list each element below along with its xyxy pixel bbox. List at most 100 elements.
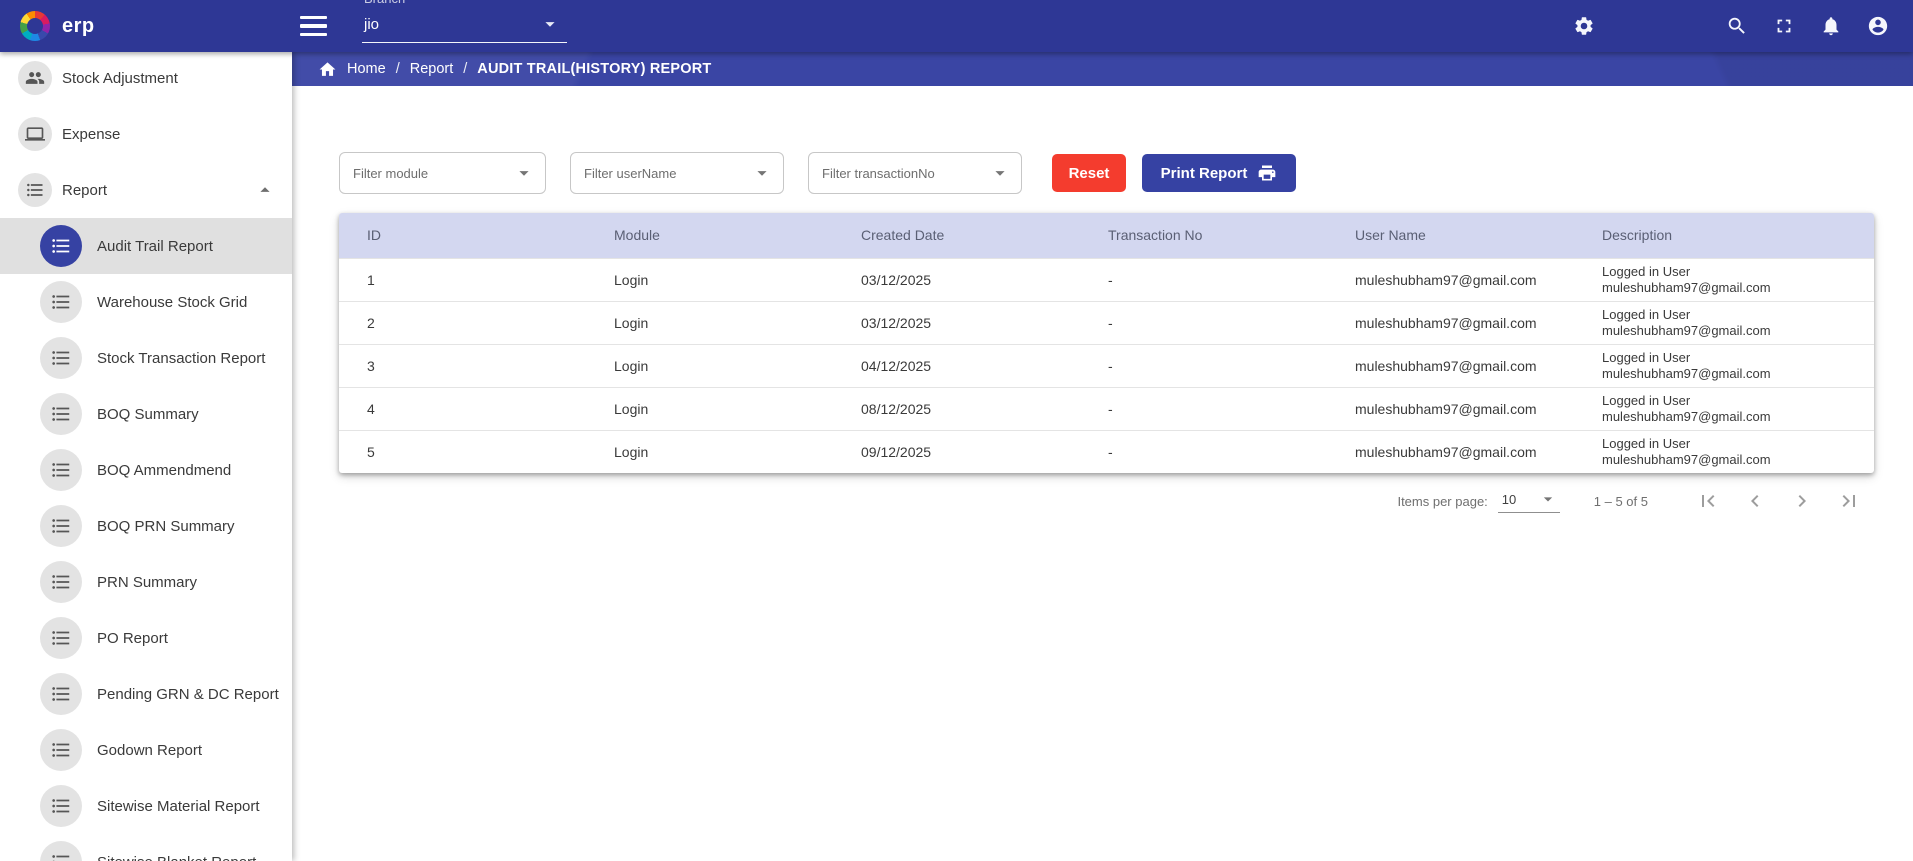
fullscreen-icon[interactable] bbox=[1773, 15, 1795, 37]
breadcrumb-section[interactable]: Report bbox=[410, 61, 454, 77]
branch-select-underline bbox=[362, 42, 567, 43]
sidebar-subitem[interactable]: PO Report bbox=[0, 610, 292, 666]
sidebar-subitem-label: Godown Report bbox=[97, 741, 203, 759]
sidebar-subitem-label: BOQ PRN Summary bbox=[97, 517, 235, 535]
sidebar-item-label: Expense bbox=[62, 125, 121, 143]
pagination: Items per page: 10 1 – 5 of 5 bbox=[292, 489, 1861, 513]
list-icon bbox=[40, 449, 82, 491]
table-row[interactable]: 1 Login 03/12/2025 - muleshubham97@gmail… bbox=[339, 257, 1874, 301]
print-report-button[interactable]: Print Report bbox=[1142, 154, 1296, 192]
sidebar-subitem-label: PRN Summary bbox=[97, 573, 198, 591]
sidebar-subitem[interactable]: Pending GRN & DC Report bbox=[0, 666, 292, 722]
list-icon bbox=[40, 393, 82, 435]
cell-user-name: muleshubham97@gmail.com bbox=[1327, 343, 1574, 387]
cell-id: 1 bbox=[339, 257, 586, 301]
sidebar-item-expense[interactable]: Expense bbox=[0, 106, 292, 162]
sidebar-item-label: Report bbox=[62, 181, 108, 199]
chevron-up-icon bbox=[254, 179, 276, 201]
list-icon bbox=[40, 337, 82, 379]
table-row[interactable]: 2 Login 03/12/2025 - muleshubham97@gmail… bbox=[339, 300, 1874, 344]
branch-select-label: Branch bbox=[364, 0, 405, 6]
breadcrumb-current: AUDIT TRAIL(HISTORY) REPORT bbox=[477, 61, 712, 77]
last-page-icon[interactable] bbox=[1837, 489, 1861, 513]
filter-transaction-select[interactable]: Filter transactionNo bbox=[808, 152, 1022, 194]
branch-select-value: jio bbox=[364, 16, 380, 33]
cell-id: 5 bbox=[339, 429, 586, 473]
sidebar-subitem[interactable]: BOQ Summary bbox=[0, 386, 292, 442]
branch-select[interactable]: Branch jio bbox=[362, 0, 567, 52]
account-icon[interactable] bbox=[1867, 15, 1889, 37]
cell-user-name: muleshubham97@gmail.com bbox=[1327, 386, 1574, 430]
table-row[interactable]: 5 Login 09/12/2025 - muleshubham97@gmail… bbox=[339, 429, 1874, 473]
search-icon[interactable] bbox=[1726, 15, 1748, 37]
sidebar-subitem-label: Stock Transaction Report bbox=[97, 349, 266, 367]
cell-module: Login bbox=[586, 343, 833, 387]
sidebar-subitem[interactable]: BOQ PRN Summary bbox=[0, 498, 292, 554]
page-range-label: 1 – 5 of 5 bbox=[1593, 493, 1648, 509]
chevron-down-icon bbox=[1538, 489, 1558, 509]
sidebar-subitem[interactable]: BOQ Ammendmend bbox=[0, 442, 292, 498]
home-icon[interactable] bbox=[318, 60, 337, 79]
table-header-row: ID Module Created Date Transaction No Us… bbox=[339, 213, 1874, 258]
cell-description: Logged in User muleshubham97@gmail.com bbox=[1574, 343, 1874, 387]
sidebar-menu: Stock Adjustment Expense Report bbox=[0, 52, 292, 218]
sidebar-subitem[interactable]: PRN Summary bbox=[0, 554, 292, 610]
sidebar-item-stock-adjustment[interactable]: Stock Adjustment bbox=[0, 52, 292, 106]
list-icon bbox=[40, 729, 82, 771]
column-header-transaction-no: Transaction No bbox=[1080, 213, 1327, 258]
cell-id: 4 bbox=[339, 386, 586, 430]
chevron-down-icon bbox=[513, 162, 535, 184]
sidebar-item-report[interactable]: Report bbox=[0, 162, 292, 218]
erp-logo-icon bbox=[20, 11, 50, 41]
sidebar-subitem[interactable]: Audit Trail Report bbox=[0, 218, 292, 274]
navbar-actions bbox=[1573, 0, 1889, 52]
reset-button[interactable]: Reset bbox=[1052, 154, 1126, 192]
sidebar-subitem[interactable]: Sitewise Material Report bbox=[0, 778, 292, 834]
cell-transaction-no: - bbox=[1080, 386, 1327, 430]
list-icon bbox=[40, 673, 82, 715]
column-header-id: ID bbox=[339, 213, 586, 258]
filter-module-select[interactable]: Filter module bbox=[339, 152, 546, 194]
sidebar-subitem[interactable]: Sitewise Blanket Report bbox=[0, 834, 292, 861]
cell-user-name: muleshubham97@gmail.com bbox=[1327, 300, 1574, 344]
list-icon bbox=[40, 281, 82, 323]
cell-user-name: muleshubham97@gmail.com bbox=[1327, 429, 1574, 473]
cell-module: Login bbox=[586, 257, 833, 301]
sidebar-subitem[interactable]: Stock Transaction Report bbox=[0, 330, 292, 386]
sidebar-subitem-label: Pending GRN & DC Report bbox=[97, 685, 279, 703]
breadcrumb: Home / Report / AUDIT TRAIL(HISTORY) REP… bbox=[292, 52, 1913, 86]
brand[interactable]: erp bbox=[20, 0, 95, 52]
cell-created-date: 08/12/2025 bbox=[833, 386, 1080, 430]
table-row[interactable]: 3 Login 04/12/2025 - muleshubham97@gmail… bbox=[339, 343, 1874, 387]
cell-module: Login bbox=[586, 300, 833, 344]
pager-controls bbox=[1696, 489, 1861, 513]
main-content: Filter module Filter userName Filter tra… bbox=[292, 86, 1913, 861]
sidebar-subitem-label: BOQ Summary bbox=[97, 405, 199, 423]
chevron-down-icon bbox=[989, 162, 1011, 184]
sidebar-subitem[interactable]: Godown Report bbox=[0, 722, 292, 778]
print-report-label: Print Report bbox=[1160, 164, 1248, 182]
notifications-icon[interactable] bbox=[1820, 15, 1842, 37]
breadcrumb-home[interactable]: Home bbox=[347, 61, 386, 77]
audit-trail-table: ID Module Created Date Transaction No Us… bbox=[339, 213, 1874, 473]
list-icon bbox=[40, 841, 82, 861]
top-navbar: erp Branch jio bbox=[0, 0, 1913, 52]
page-size-select[interactable]: 10 bbox=[1497, 489, 1560, 513]
next-page-icon[interactable] bbox=[1790, 489, 1814, 513]
sidebar-subitem[interactable]: Warehouse Stock Grid bbox=[0, 274, 292, 330]
brand-name: erp bbox=[62, 14, 95, 37]
cell-id: 3 bbox=[339, 343, 586, 387]
cell-user-name: muleshubham97@gmail.com bbox=[1327, 257, 1574, 301]
filter-username-select[interactable]: Filter userName bbox=[570, 152, 784, 194]
cell-transaction-no: - bbox=[1080, 300, 1327, 344]
first-page-icon[interactable] bbox=[1696, 489, 1720, 513]
cell-created-date: 03/12/2025 bbox=[833, 257, 1080, 301]
list-icon bbox=[40, 225, 82, 267]
previous-page-icon[interactable] bbox=[1743, 489, 1767, 513]
list-icon bbox=[40, 505, 82, 547]
menu-icon[interactable] bbox=[300, 16, 327, 36]
page-size-value: 10 bbox=[1501, 491, 1517, 507]
table-row[interactable]: 4 Login 08/12/2025 - muleshubham97@gmail… bbox=[339, 386, 1874, 430]
settings-icon[interactable] bbox=[1573, 15, 1595, 37]
cell-module: Login bbox=[586, 429, 833, 473]
